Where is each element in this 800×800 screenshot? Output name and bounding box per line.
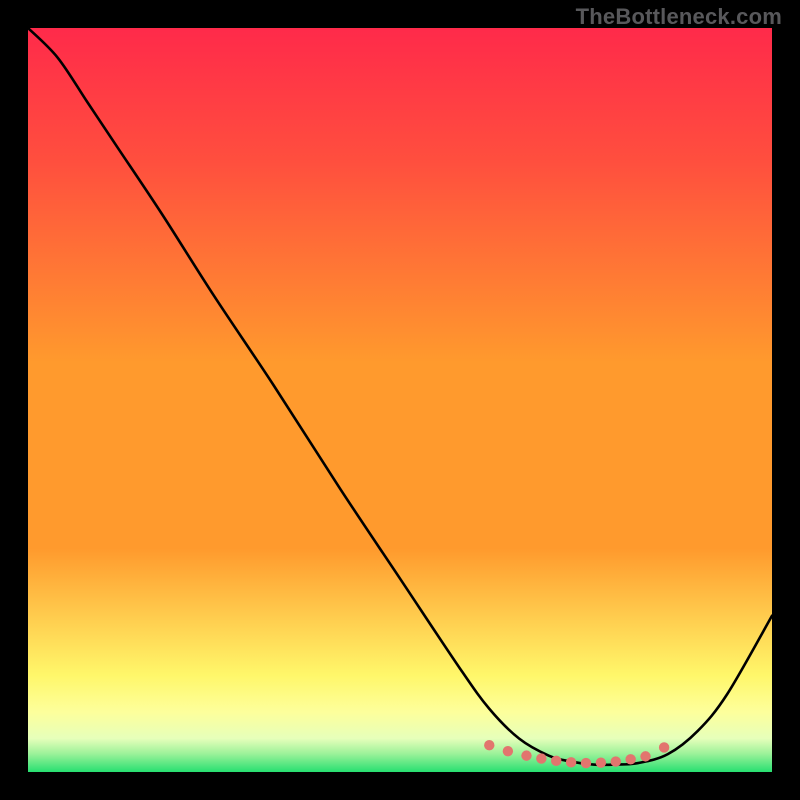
marker-point [611,756,621,766]
plot-area [28,28,772,772]
marker-point [551,756,561,766]
marker-point [566,757,576,767]
marker-point [536,753,546,763]
watermark-text: TheBottleneck.com [576,4,782,30]
marker-point [659,742,669,752]
marker-point [596,758,606,768]
marker-point [640,751,650,761]
marker-point [521,750,531,760]
marker-point [484,740,494,750]
chart-svg [28,28,772,772]
chart-frame: TheBottleneck.com [0,0,800,800]
marker-point [503,746,513,756]
marker-point [581,758,591,768]
marker-point [625,754,635,764]
gradient-background [28,28,772,772]
